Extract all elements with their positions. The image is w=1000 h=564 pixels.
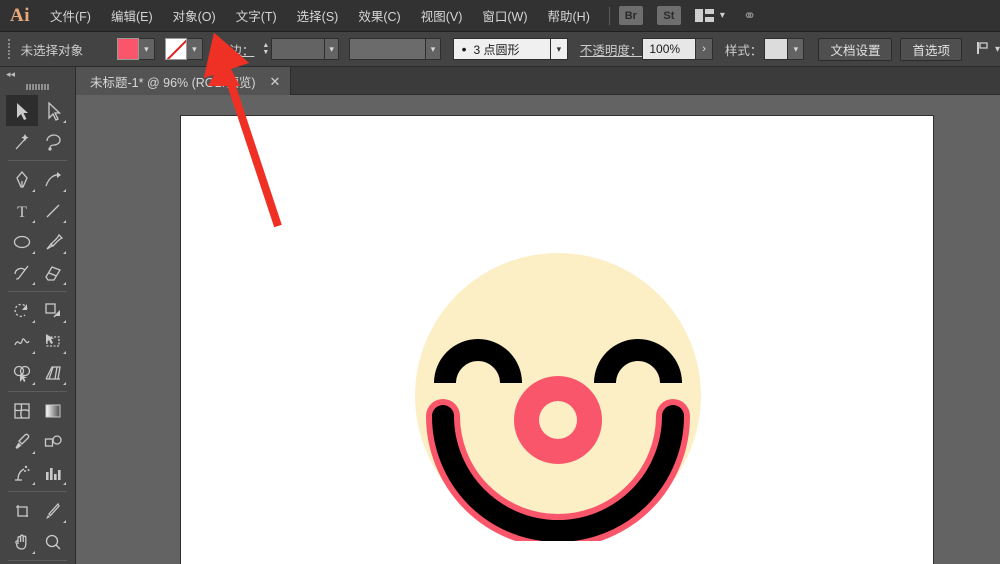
menu-help[interactable]: 帮助(H): [538, 0, 600, 32]
align-to-control[interactable]: ▾: [976, 41, 1000, 58]
artboard-tool[interactable]: [6, 495, 38, 526]
opacity-flyout-button[interactable]: ›: [696, 38, 713, 60]
selection-tool[interactable]: [6, 95, 38, 126]
paintbrush-tool[interactable]: [38, 226, 70, 257]
preferences-button[interactable]: 首选项: [900, 37, 962, 61]
nose-inner-hole[interactable]: [539, 401, 577, 439]
document-tab-bar: 未标题-1* @ 96% (RGB/预览) ✕: [76, 67, 1000, 95]
scale-tool[interactable]: [38, 295, 70, 326]
opacity-label[interactable]: 不透明度：: [580, 40, 643, 59]
brush-definition-box[interactable]: • 3 点圆形: [452, 38, 552, 60]
align-to-icon: [976, 41, 990, 58]
menu-file[interactable]: 文件(F): [40, 0, 101, 32]
stroke-dropdown-arrow[interactable]: ▾: [186, 38, 203, 60]
ellipse-tool[interactable]: [6, 226, 38, 257]
rotate-tool[interactable]: [6, 295, 38, 326]
variable-width-profile-input[interactable]: [349, 38, 427, 60]
tools-panel-grip[interactable]: [0, 81, 75, 93]
symbol-sprayer-tool[interactable]: [6, 457, 38, 488]
workspace-layout-icon: [694, 9, 714, 22]
menu-divider: [608, 6, 610, 25]
lasso-tool[interactable]: [38, 126, 70, 157]
document-tab[interactable]: 未标题-1* @ 96% (RGB/预览) ✕: [76, 67, 292, 95]
menu-effect[interactable]: 效果(C): [348, 0, 410, 32]
tools-divider: [8, 491, 67, 492]
align-chevron-down-icon[interactable]: ▾: [995, 44, 1000, 55]
illustrator-window: Ai 文件(F) 编辑(E) 对象(O) 文字(T) 选择(S) 效果(C) 视图(V) 窗口…: [0, 0, 1000, 564]
smiley-face-illustration[interactable]: [413, 251, 703, 541]
fill-control[interactable]: ▾: [116, 38, 155, 60]
free-transform-tool[interactable]: [38, 326, 70, 357]
menu-type[interactable]: 文字(T): [226, 0, 287, 32]
perspective-grid-tool[interactable]: [38, 357, 70, 388]
style-label: 样式：: [724, 43, 763, 58]
variable-width-dropdown[interactable]: ▾: [426, 38, 441, 60]
mesh-tool[interactable]: [6, 395, 38, 426]
svg-text:T: T: [17, 204, 27, 221]
stroke-weight-dropdown[interactable]: ▾: [325, 38, 340, 60]
close-icon[interactable]: ✕: [270, 75, 281, 88]
document-setup-button[interactable]: 文档设置: [818, 37, 893, 61]
column-graph-tool[interactable]: [38, 457, 70, 488]
canvas-area[interactable]: [76, 95, 1000, 564]
menu-view[interactable]: 视图(V): [411, 0, 473, 32]
magic-wand-tool[interactable]: [6, 126, 38, 157]
document-tab-title: 未标题-1* @ 96% (RGB/预览): [90, 75, 256, 90]
hand-tool[interactable]: [6, 526, 38, 557]
width-tool[interactable]: [6, 326, 38, 357]
creative-cloud-icon[interactable]: ⚭: [743, 6, 756, 26]
menu-select[interactable]: 选择(S): [287, 0, 349, 32]
artboard[interactable]: [180, 115, 934, 564]
zoom-tool[interactable]: [38, 526, 70, 557]
menu-object[interactable]: 对象(O): [163, 0, 226, 32]
control-bar: 未选择对象 ▾ ▾ 描边： ▲ ▼ ▾ ▾ • 3 点圆形 ▾ 不透明度： 100…: [0, 32, 1000, 67]
fill-swatch[interactable]: [116, 38, 139, 60]
eraser-tool[interactable]: [38, 257, 70, 288]
bridge-button[interactable]: Br: [618, 6, 643, 25]
stroke-weight-label[interactable]: 描边：: [217, 40, 255, 59]
stroke-weight-stepper[interactable]: ▲ ▼: [260, 38, 272, 60]
tools-divider: [8, 391, 67, 392]
line-segment-tool[interactable]: [38, 195, 70, 226]
control-bar-grip[interactable]: [6, 39, 13, 59]
stroke-weight-input[interactable]: [271, 38, 326, 60]
collapse-panel-icon[interactable]: ◂◂: [0, 67, 75, 81]
direct-selection-tool[interactable]: [38, 95, 70, 126]
slice-tool[interactable]: [38, 495, 70, 526]
type-tool[interactable]: T: [6, 195, 38, 226]
tools-divider: [8, 291, 67, 292]
stroke-swatch-none[interactable]: [164, 38, 187, 60]
shaper-tool[interactable]: [6, 257, 38, 288]
chevron-down-icon: ▾: [719, 10, 725, 21]
graphic-style-control[interactable]: ▾: [764, 38, 805, 60]
graphic-style-dropdown[interactable]: ▾: [788, 38, 805, 60]
pen-tool[interactable]: [6, 164, 38, 195]
app-logo: Ai: [10, 4, 30, 26]
fill-dropdown-arrow[interactable]: ▾: [138, 38, 155, 60]
gradient-tool[interactable]: [38, 395, 70, 426]
eyedropper-tool[interactable]: [6, 426, 38, 457]
tools-divider: [8, 560, 67, 561]
menu-edit[interactable]: 编辑(E): [101, 0, 163, 32]
workspace-switcher[interactable]: ▾: [694, 9, 725, 22]
tools-divider: [8, 160, 67, 161]
stock-button[interactable]: St: [656, 6, 681, 25]
menu-bar: Ai 文件(F) 编辑(E) 对象(O) 文字(T) 选择(S) 效果(C) 视图(V) 窗口…: [0, 0, 1000, 32]
graphic-style-swatch[interactable]: [764, 38, 789, 60]
selection-status-label: 未选择对象: [20, 43, 84, 58]
tools-panel: ◂◂ T ↲: [0, 67, 76, 564]
brush-definition-dropdown[interactable]: ▾: [551, 38, 568, 60]
stroke-color-control[interactable]: ▾: [164, 38, 203, 60]
menu-window[interactable]: 窗口(W): [472, 0, 537, 32]
curvature-tool[interactable]: [38, 164, 70, 195]
brush-definition-label: 3 点圆形: [473, 42, 520, 57]
blend-tool[interactable]: [38, 426, 70, 457]
shape-builder-tool[interactable]: [6, 357, 38, 388]
opacity-input[interactable]: 100%: [642, 38, 697, 60]
